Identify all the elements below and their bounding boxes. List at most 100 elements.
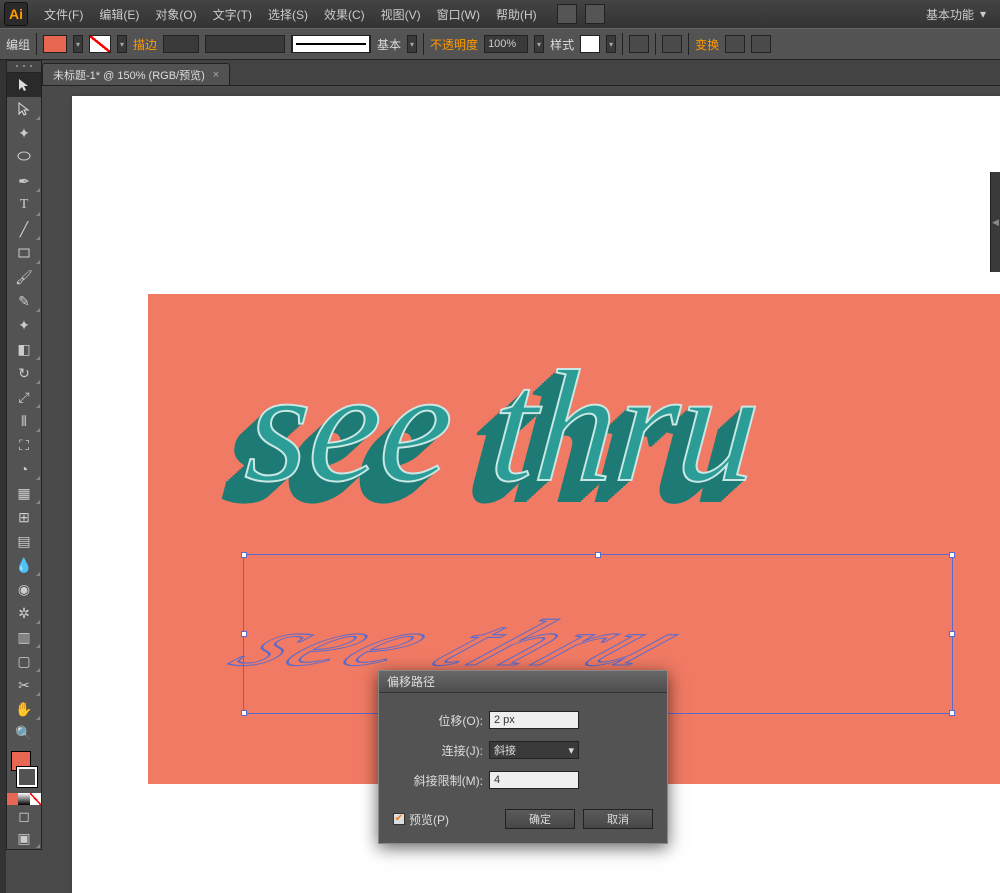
selection-handle[interactable] bbox=[949, 710, 955, 716]
ok-button[interactable]: 确定 bbox=[505, 809, 575, 829]
preview-label: 预览(P) bbox=[409, 811, 449, 828]
selection-handle[interactable] bbox=[949, 552, 955, 558]
menu-effect[interactable]: 效果(C) bbox=[316, 6, 373, 23]
divider bbox=[688, 33, 689, 55]
join-label: 连接(J): bbox=[393, 742, 483, 759]
brush-label: 基本 bbox=[377, 36, 401, 53]
stroke-weight-input[interactable] bbox=[163, 35, 199, 53]
selection-handle[interactable] bbox=[241, 552, 247, 558]
menu-window[interactable]: 窗口(W) bbox=[429, 6, 488, 23]
line-segment-tool[interactable]: ╱ bbox=[7, 217, 41, 241]
divider bbox=[423, 33, 424, 55]
shape-builder-tool[interactable]: ◔ bbox=[7, 457, 41, 481]
menu-help[interactable]: 帮助(H) bbox=[488, 6, 545, 23]
divider bbox=[36, 33, 37, 55]
menu-object[interactable]: 对象(O) bbox=[147, 6, 204, 23]
workspace-label: 基本功能 bbox=[926, 6, 974, 23]
rotate-tool[interactable]: ↻ bbox=[7, 361, 41, 385]
selection-tool[interactable] bbox=[7, 73, 41, 97]
hand-tool[interactable]: ✋ bbox=[7, 697, 41, 721]
screen-mode-icon[interactable] bbox=[585, 4, 605, 24]
menu-edit[interactable]: 编辑(E) bbox=[91, 6, 147, 23]
miter-limit-label: 斜接限制(M): bbox=[393, 772, 483, 789]
variable-width-profile[interactable] bbox=[205, 35, 285, 53]
join-value: 斜接 bbox=[494, 742, 516, 758]
paintbrush-tool[interactable]: 🖌 bbox=[7, 265, 41, 289]
direct-selection-tool[interactable] bbox=[7, 97, 41, 121]
scale-tool[interactable]: ⤢ bbox=[7, 385, 41, 409]
chevron-down-icon: ▾ bbox=[568, 744, 574, 757]
fill-stroke-indicator[interactable] bbox=[7, 749, 41, 789]
free-transform-tool[interactable]: ⛶ bbox=[7, 433, 41, 457]
toolbox-grip[interactable] bbox=[7, 61, 41, 73]
main-3d-text[interactable]: see thru bbox=[240, 334, 767, 519]
menu-select[interactable]: 选择(S) bbox=[260, 6, 316, 23]
join-select[interactable]: 斜接 ▾ bbox=[489, 741, 579, 759]
isolate-icon[interactable] bbox=[725, 35, 745, 53]
stroke-dropdown[interactable]: ▾ bbox=[117, 35, 127, 53]
style-dropdown[interactable]: ▾ bbox=[606, 35, 616, 53]
opacity-input[interactable] bbox=[484, 35, 528, 53]
fill-dropdown[interactable]: ▾ bbox=[73, 35, 83, 53]
selection-handle[interactable] bbox=[595, 552, 601, 558]
blend-tool[interactable]: ◉ bbox=[7, 577, 41, 601]
miter-limit-input[interactable] bbox=[489, 771, 579, 789]
pencil-tool[interactable]: ✎ bbox=[7, 289, 41, 313]
magic-wand-tool[interactable]: ✦ bbox=[7, 121, 41, 145]
pen-tool[interactable]: ✒ bbox=[7, 169, 41, 193]
close-icon[interactable]: × bbox=[213, 69, 219, 81]
cancel-button[interactable]: 取消 bbox=[583, 809, 653, 829]
slice-tool[interactable]: ✂ bbox=[7, 673, 41, 697]
toolbox: ✦ ✒ T ╱ 🖌 ✎ ✦ ◧ ↻ ⤢ ⫴ ⛶ ◔ ▦ ⊞ ▤ 💧 ◉ ✲ ▥ … bbox=[0, 60, 42, 893]
menu-type[interactable]: 文字(T) bbox=[205, 6, 260, 23]
mesh-tool[interactable]: ⊞ bbox=[7, 505, 41, 529]
eyedropper-tool[interactable]: 💧 bbox=[7, 553, 41, 577]
gradient-tool[interactable]: ▤ bbox=[7, 529, 41, 553]
arrange-docs-icon[interactable] bbox=[557, 4, 577, 24]
type-tool[interactable]: T bbox=[7, 193, 41, 217]
chevron-down-icon: ▾ bbox=[980, 7, 986, 21]
draw-normal-icon[interactable]: ◻ bbox=[7, 805, 41, 827]
column-graph-tool[interactable]: ▥ bbox=[7, 625, 41, 649]
symbol-sprayer-tool[interactable]: ✲ bbox=[7, 601, 41, 625]
perspective-grid-tool[interactable]: ▦ bbox=[7, 481, 41, 505]
offset-path-dialog: 偏移路径 位移(O): 连接(J): 斜接 ▾ 斜接限制(M): ✔ 预览(P)… bbox=[378, 670, 668, 844]
selection-handle[interactable] bbox=[241, 631, 247, 637]
right-panel-toggle[interactable]: ◀ bbox=[990, 172, 1000, 272]
zoom-tool[interactable]: 🔍 bbox=[7, 721, 41, 745]
opacity-label[interactable]: 不透明度 bbox=[430, 36, 478, 53]
brush-definition[interactable] bbox=[291, 35, 371, 53]
transform-label[interactable]: 变换 bbox=[695, 36, 719, 53]
workspace-switcher[interactable]: 基本功能 ▾ bbox=[912, 6, 1000, 23]
width-tool[interactable]: ⫴ bbox=[7, 409, 41, 433]
eraser-tool[interactable]: ◧ bbox=[7, 337, 41, 361]
recolor-artwork-icon[interactable] bbox=[629, 35, 649, 53]
opacity-dropdown[interactable]: ▾ bbox=[534, 35, 544, 53]
stroke-label[interactable]: 描边 bbox=[133, 36, 157, 53]
graphic-style-swatch[interactable] bbox=[580, 35, 600, 53]
control-bar: 编组 ▾ ▾ 描边 基本 ▾ 不透明度 ▾ 样式 ▾ 变换 bbox=[0, 28, 1000, 60]
menu-view[interactable]: 视图(V) bbox=[373, 6, 429, 23]
align-icon[interactable] bbox=[662, 35, 682, 53]
menu-file[interactable]: 文件(F) bbox=[36, 6, 91, 23]
blob-brush-tool[interactable]: ✦ bbox=[7, 313, 41, 337]
document-tab[interactable]: 未标题-1* @ 150% (RGB/预览) × bbox=[42, 63, 230, 85]
lasso-tool[interactable] bbox=[7, 145, 41, 169]
rectangle-tool[interactable] bbox=[7, 241, 41, 265]
stroke-indicator[interactable] bbox=[17, 767, 37, 787]
artboard-tool[interactable]: ▢ bbox=[7, 649, 41, 673]
document-tab-bar: 未标题-1* @ 150% (RGB/预览) × bbox=[0, 60, 1000, 86]
offset-input[interactable] bbox=[489, 711, 579, 729]
preview-checkbox[interactable]: ✔ 预览(P) bbox=[393, 811, 497, 828]
selection-handle[interactable] bbox=[241, 710, 247, 716]
brush-dropdown[interactable]: ▾ bbox=[407, 35, 417, 53]
style-label: 样式 bbox=[550, 36, 574, 53]
selection-handle[interactable] bbox=[949, 631, 955, 637]
fill-color-swatch[interactable] bbox=[43, 35, 67, 53]
color-mode-row[interactable] bbox=[7, 793, 41, 805]
dialog-titlebar[interactable]: 偏移路径 bbox=[379, 671, 667, 693]
clip-icon[interactable] bbox=[751, 35, 771, 53]
screen-mode-icon[interactable]: ▣ bbox=[7, 827, 41, 849]
checkbox-checked-icon: ✔ bbox=[393, 813, 405, 825]
stroke-color-swatch[interactable] bbox=[89, 35, 111, 53]
